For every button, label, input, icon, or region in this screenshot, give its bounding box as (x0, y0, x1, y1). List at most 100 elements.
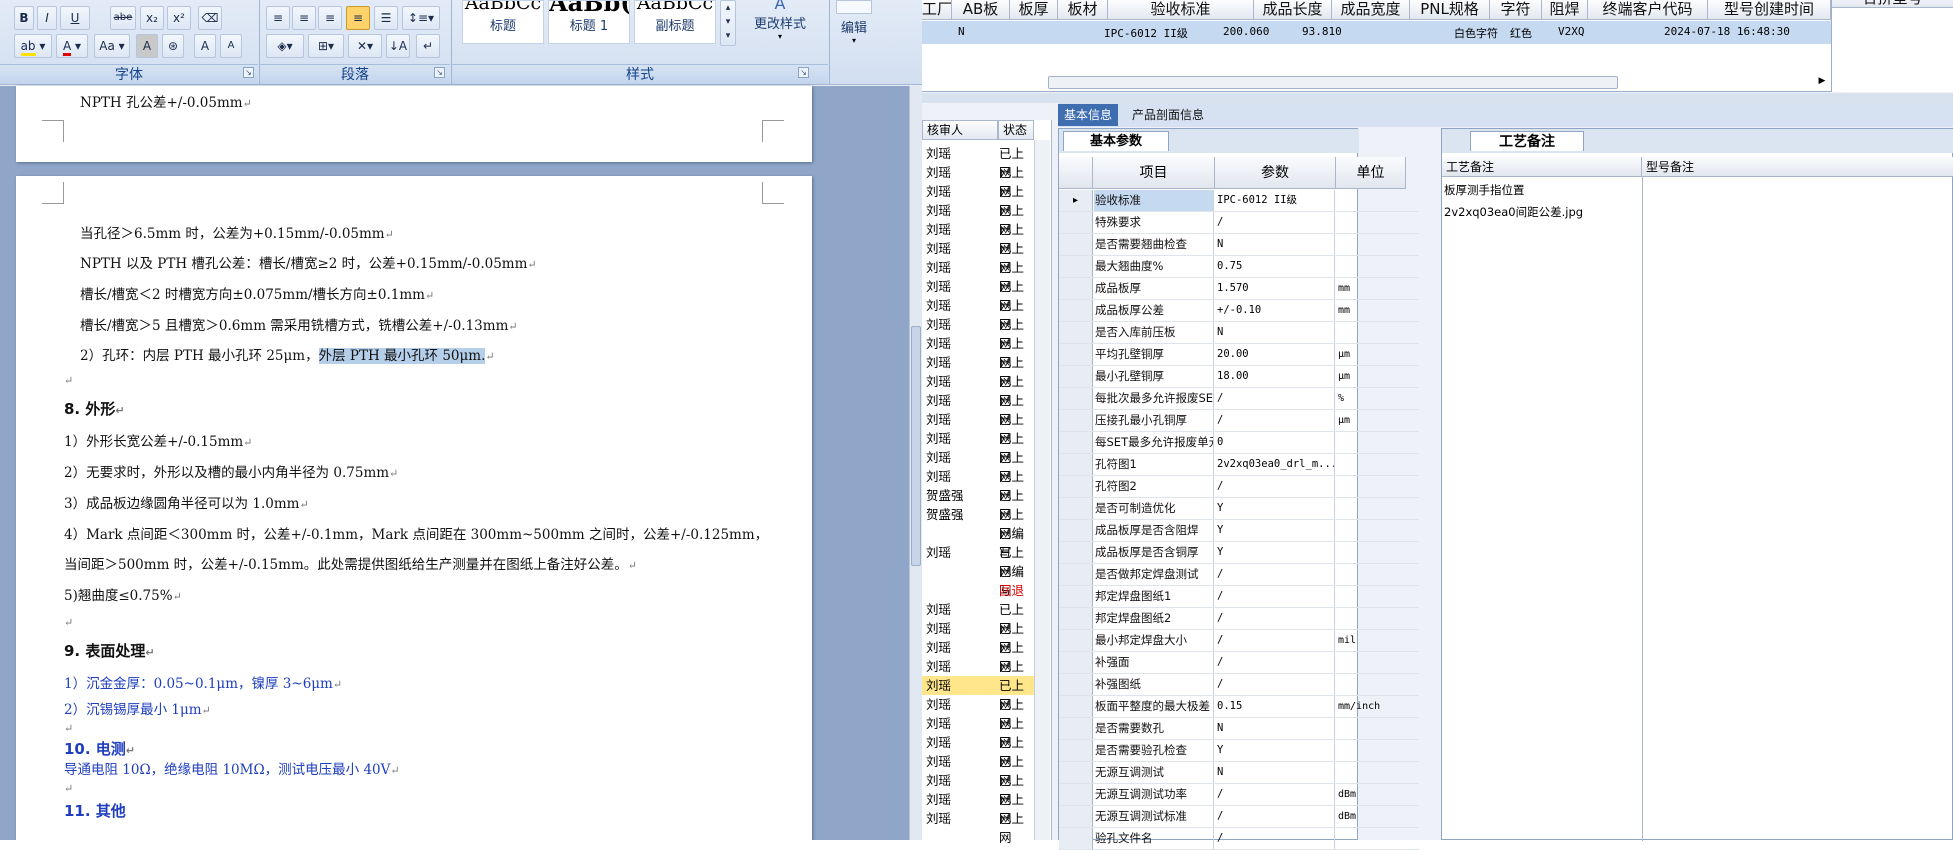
distributed-icon[interactable]: ☰ (374, 6, 398, 30)
underline-button[interactable]: U (60, 6, 90, 30)
list-item[interactable]: 刘瑶已上网 (922, 771, 1034, 807)
row-header[interactable] (1059, 278, 1093, 299)
row-header[interactable] (1059, 498, 1093, 519)
table-row[interactable]: 最小孔壁铜厚 18.00 μm (1059, 366, 1419, 388)
list-item[interactable]: 刘瑶已上网 (922, 277, 1034, 313)
param-value[interactable]: / (1215, 410, 1335, 431)
tab-section-info[interactable]: 产品剖面信息 (1126, 104, 1210, 126)
col-header[interactable]: PNL规格 (1410, 0, 1490, 20)
list-item[interactable]: 刘瑶已上网 (922, 695, 1034, 731)
col-header[interactable]: 核审人 (922, 120, 998, 140)
param-value[interactable]: 1.570 (1215, 278, 1335, 299)
list-item[interactable]: 刘瑶已上网 (922, 220, 1034, 256)
row-header[interactable] (1059, 806, 1093, 827)
font-dialog-launcher[interactable]: ↘ (243, 67, 254, 78)
grow-font-button[interactable]: A (194, 34, 216, 58)
table-row[interactable]: 成品板厚公差 +/-0.10 mm (1059, 300, 1419, 322)
table-row[interactable]: 无源互调测试标准 / dBm (1059, 806, 1419, 828)
tab-craft-notes[interactable]: 工艺备注 (1470, 131, 1584, 151)
change-case-button[interactable]: Aa ▾ (94, 34, 130, 58)
row-header[interactable] (1059, 740, 1093, 761)
table-row[interactable]: 无源互调测试 N (1059, 762, 1419, 784)
list-item[interactable]: 刘瑶已上网 (922, 543, 1034, 579)
row-header[interactable] (1059, 344, 1093, 365)
col-header[interactable]: 阻焊 (1542, 0, 1588, 20)
table-row[interactable]: 补强面 / (1059, 652, 1419, 674)
param-value[interactable]: 0.75 (1215, 256, 1335, 277)
col-header[interactable]: 状态 (998, 120, 1034, 140)
row-header[interactable] (1059, 520, 1093, 541)
list-item[interactable]: 刘瑶已上网 (922, 600, 1034, 636)
row-header[interactable] (1059, 454, 1093, 475)
row-header[interactable] (1059, 586, 1093, 607)
highlight-color-button[interactable]: ab ▾ (14, 34, 52, 58)
list-item[interactable]: 刘瑶已上网 (922, 790, 1034, 826)
table-row[interactable]: 是否入库前压板 N (1059, 322, 1419, 344)
table-row[interactable]: ▸ 验收标准 IPC-6012 II级 (1059, 190, 1419, 212)
table-row[interactable]: 是否需要数孔 N (1059, 718, 1419, 740)
param-value[interactable]: / (1215, 784, 1335, 805)
col-header[interactable]: AB板 (952, 0, 1010, 20)
align-right-icon[interactable]: ≡ (318, 6, 342, 30)
list-item[interactable]: 刘瑶已上网 (922, 315, 1034, 351)
row-header[interactable] (1059, 410, 1093, 431)
list-item[interactable]: 刘瑶已上网 (922, 163, 1034, 199)
row-header[interactable] (1059, 564, 1093, 585)
param-value[interactable]: 0.15 (1215, 696, 1335, 717)
table-row[interactable]: 邦定焊盘图纸2/ (1059, 608, 1419, 630)
row-header[interactable] (1059, 256, 1093, 277)
param-value[interactable]: Y (1215, 498, 1335, 519)
table-row[interactable]: N IPC-6012 II级 200.060 93.810 白色字符 红色 V2… (922, 21, 1831, 44)
list-item[interactable]: 刘瑶已上网 (922, 201, 1034, 237)
font-color-button[interactable]: A ▾ (56, 34, 88, 58)
col-header[interactable]: 成品宽度 (1332, 0, 1410, 20)
enclose-char-button[interactable]: ⊛ (162, 34, 184, 58)
param-value[interactable]: 0 (1215, 432, 1335, 453)
param-value[interactable]: / (1215, 652, 1335, 673)
col-header[interactable]: 合拼型号 (1832, 0, 1953, 8)
table-row[interactable]: 是否需要验孔检查 Y (1059, 740, 1419, 762)
param-value[interactable]: / (1215, 564, 1335, 585)
justify-icon[interactable]: ≡ (346, 6, 370, 30)
table-row[interactable]: 是否做邦定焊盘测试 / (1059, 564, 1419, 586)
row-header[interactable] (1059, 784, 1093, 805)
param-value[interactable]: Y (1215, 542, 1335, 563)
table-row[interactable]: 是否可制造优化 Y (1059, 498, 1419, 520)
param-value[interactable]: Y (1215, 520, 1335, 541)
param-value[interactable]: / (1215, 212, 1335, 233)
scrollbar-thumb[interactable] (911, 326, 921, 566)
row-header[interactable] (1059, 718, 1093, 739)
list-item[interactable]: 刘瑶已上网 (922, 334, 1034, 370)
superscript-button[interactable]: x² (167, 6, 191, 30)
list-item[interactable]: 刘瑶已上网 (922, 239, 1034, 275)
row-header[interactable] (1059, 234, 1093, 255)
paragraph-dialog-launcher[interactable]: ↘ (434, 67, 445, 78)
param-value[interactable]: / (1215, 674, 1335, 695)
table-row[interactable]: 压接孔最小孔铜厚 / μm (1059, 410, 1419, 432)
col-header[interactable]: 工厂 (922, 0, 952, 20)
list-item[interactable]: 刘瑶已上网 (922, 429, 1034, 465)
col-header[interactable]: 单位 (1336, 157, 1406, 189)
col-header[interactable]: 验收标准 (1108, 0, 1254, 20)
list-item[interactable]: 刘瑶已上网 (922, 410, 1034, 446)
style-subtitle[interactable]: AaBbCc 副标题 (634, 0, 716, 44)
col-header[interactable]: 终端客户代码 (1588, 0, 1708, 20)
list-item[interactable]: 已编写 (922, 524, 1034, 560)
param-value[interactable]: +/-0.10 (1215, 300, 1335, 321)
table-row[interactable]: 每SET最多允许报废单元 0 (1059, 432, 1419, 454)
clear-format-icon[interactable]: ⌫ (198, 6, 222, 30)
col-header[interactable]: 板材 (1058, 0, 1108, 20)
param-value[interactable]: / (1215, 608, 1335, 629)
table-row[interactable]: 成品板厚 1.570 mm (1059, 278, 1419, 300)
borders-button[interactable]: ⊞▾ (308, 34, 344, 58)
row-header[interactable]: ▸ (1059, 190, 1093, 211)
param-value[interactable]: N (1215, 762, 1335, 783)
col-header[interactable]: 成品长度 (1254, 0, 1332, 20)
table-row[interactable]: 无源互调测试功率 / dBm (1059, 784, 1419, 806)
list-item[interactable]: 刘瑶已上网 (922, 809, 1034, 845)
col-header[interactable]: 型号备注 (1642, 157, 1953, 177)
splitter[interactable] (922, 93, 1953, 103)
list-item[interactable]: 贺盛强 已上网 (922, 505, 1034, 541)
row-header[interactable] (1059, 696, 1093, 717)
table-row[interactable]: 成品板厚是否含铜厚 Y (1059, 542, 1419, 564)
